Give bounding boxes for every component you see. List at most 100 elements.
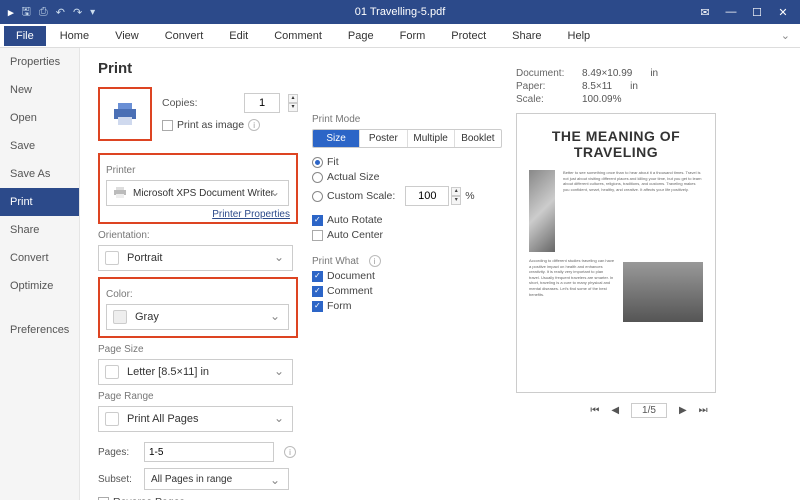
pw-form-checkbox[interactable]: [312, 301, 323, 312]
print-heading: Print: [98, 60, 298, 77]
seg-booklet[interactable]: Booklet: [455, 130, 501, 147]
pagesize-select[interactable]: Letter [8.5×11] in: [98, 359, 293, 385]
sidebar-saveas[interactable]: Save As: [0, 160, 79, 188]
app-logo-icon: ▸: [8, 6, 14, 19]
undo-icon[interactable]: ↶: [56, 6, 65, 19]
copies-label: Copies:: [162, 97, 198, 109]
menu-help[interactable]: Help: [556, 26, 603, 46]
meta-paper-value: 8.5×11: [582, 81, 612, 92]
menubar: File Home View Convert Edit Comment Page…: [0, 24, 800, 48]
pagerange-select[interactable]: Print All Pages: [98, 406, 293, 432]
printer-select[interactable]: Microsoft XPS Document Writer: [106, 180, 289, 206]
color-section-highlight: Color: Gray: [98, 277, 298, 338]
preview-text-1: Better to see something once than to hea…: [563, 170, 703, 252]
page-icon: [105, 365, 119, 379]
nav-last-icon[interactable]: ⏭: [699, 405, 708, 416]
sidebar-new[interactable]: New: [0, 76, 79, 104]
pagerange-label: Page Range: [98, 391, 298, 402]
pages-input[interactable]: [144, 442, 274, 462]
print-button[interactable]: [98, 87, 152, 141]
nav-page-indicator[interactable]: 1/5: [631, 403, 667, 418]
radio-fit[interactable]: [312, 157, 323, 168]
auto-center-label: Auto Center: [327, 229, 383, 241]
redo-icon[interactable]: ↷: [73, 6, 82, 19]
pw-document-checkbox[interactable]: [312, 271, 323, 282]
nav-next-icon[interactable]: ▶: [679, 405, 687, 416]
pw-comment-checkbox[interactable]: [312, 286, 323, 297]
copies-up[interactable]: ▴: [288, 94, 298, 103]
menu-share[interactable]: Share: [500, 26, 553, 46]
nav-prev-icon[interactable]: ◀: [611, 405, 619, 416]
sidebar-optimize[interactable]: Optimize: [0, 272, 79, 300]
fit-label: Fit: [327, 156, 339, 168]
nav-first-icon[interactable]: ⏮: [590, 405, 599, 416]
copies-input[interactable]: [244, 93, 280, 113]
menu-home[interactable]: Home: [48, 26, 101, 46]
menu-page[interactable]: Page: [336, 26, 386, 46]
info-icon[interactable]: i: [248, 119, 260, 131]
menu-edit[interactable]: Edit: [217, 26, 260, 46]
auto-rotate-checkbox[interactable]: [312, 215, 323, 226]
preview-text-2: According to different studies traveling…: [529, 258, 615, 322]
sidebar-print[interactable]: Print: [0, 188, 79, 216]
meta-scale-value: 100.09%: [582, 94, 621, 105]
seg-size[interactable]: Size: [313, 130, 360, 147]
pagerange-icon: [105, 412, 119, 426]
copies-down[interactable]: ▾: [288, 103, 298, 112]
printer-properties-link[interactable]: Printer Properties: [106, 209, 290, 220]
minimize-button[interactable]: —: [718, 2, 744, 22]
info-icon[interactable]: i: [284, 446, 296, 458]
printmode-segment: Size Poster Multiple Booklet: [312, 129, 502, 148]
print-as-image-checkbox[interactable]: [162, 120, 173, 131]
sidebar-spacer: [0, 300, 79, 316]
save-icon[interactable]: 🖫: [22, 3, 31, 22]
menu-file[interactable]: File: [4, 26, 46, 46]
sidebar-convert[interactable]: Convert: [0, 244, 79, 272]
menu-view[interactable]: View: [103, 26, 151, 46]
auto-center-checkbox[interactable]: [312, 230, 323, 241]
printwhat-label: Print What: [312, 256, 359, 267]
custom-scale-input[interactable]: [405, 186, 449, 206]
sidebar-save[interactable]: Save: [0, 132, 79, 160]
menu-comment[interactable]: Comment: [262, 26, 334, 46]
dropdown-icon[interactable]: ▾: [90, 7, 95, 18]
menu-convert[interactable]: Convert: [153, 26, 216, 46]
pagerange-value: Print All Pages: [127, 413, 199, 425]
sidebar-properties[interactable]: Properties: [0, 48, 79, 76]
info-icon[interactable]: i: [369, 255, 381, 267]
collapse-ribbon-icon[interactable]: ⌄: [781, 29, 790, 42]
preview-meta: Document:8.49×10.99in Paper:8.5×11in Sca…: [516, 68, 782, 105]
orientation-select[interactable]: Portrait: [98, 245, 293, 271]
sidebar-preferences[interactable]: Preferences: [0, 316, 79, 344]
print-icon[interactable]: ⎙: [39, 6, 48, 19]
meta-scale-label: Scale:: [516, 94, 574, 105]
color-select[interactable]: Gray: [106, 304, 289, 330]
printmode-label: Print Mode: [312, 114, 502, 125]
mail-icon[interactable]: ✉: [692, 2, 718, 22]
menu-form[interactable]: Form: [388, 26, 438, 46]
radio-actual[interactable]: [312, 172, 323, 183]
radio-custom[interactable]: [312, 191, 323, 202]
sidebar-share[interactable]: Share: [0, 216, 79, 244]
pw-comment-label: Comment: [327, 285, 373, 297]
meta-doc-label: Document:: [516, 68, 574, 79]
sidebar-open[interactable]: Open: [0, 104, 79, 132]
reverse-pages-checkbox[interactable]: [98, 497, 109, 500]
scale-down[interactable]: ▾: [451, 196, 461, 205]
meta-doc-unit: in: [650, 68, 658, 79]
pw-form-label: Form: [327, 300, 352, 312]
seg-multiple[interactable]: Multiple: [408, 130, 455, 147]
close-button[interactable]: ✕: [770, 2, 796, 22]
color-swatch-icon: [113, 310, 127, 324]
scale-up[interactable]: ▴: [451, 187, 461, 196]
seg-poster[interactable]: Poster: [360, 130, 407, 147]
printer-section-highlight: Printer Microsoft XPS Document Writer Pr…: [98, 153, 298, 224]
maximize-button[interactable]: ☐: [744, 2, 770, 22]
portrait-icon: [105, 251, 119, 265]
color-label: Color:: [106, 289, 290, 300]
print-as-image-label: Print as image: [177, 119, 244, 131]
subset-select[interactable]: All Pages in range: [144, 468, 289, 490]
preview-page-title: THE MEANING OF TRAVELING: [529, 128, 703, 160]
pw-document-label: Document: [327, 270, 375, 282]
menu-protect[interactable]: Protect: [439, 26, 498, 46]
